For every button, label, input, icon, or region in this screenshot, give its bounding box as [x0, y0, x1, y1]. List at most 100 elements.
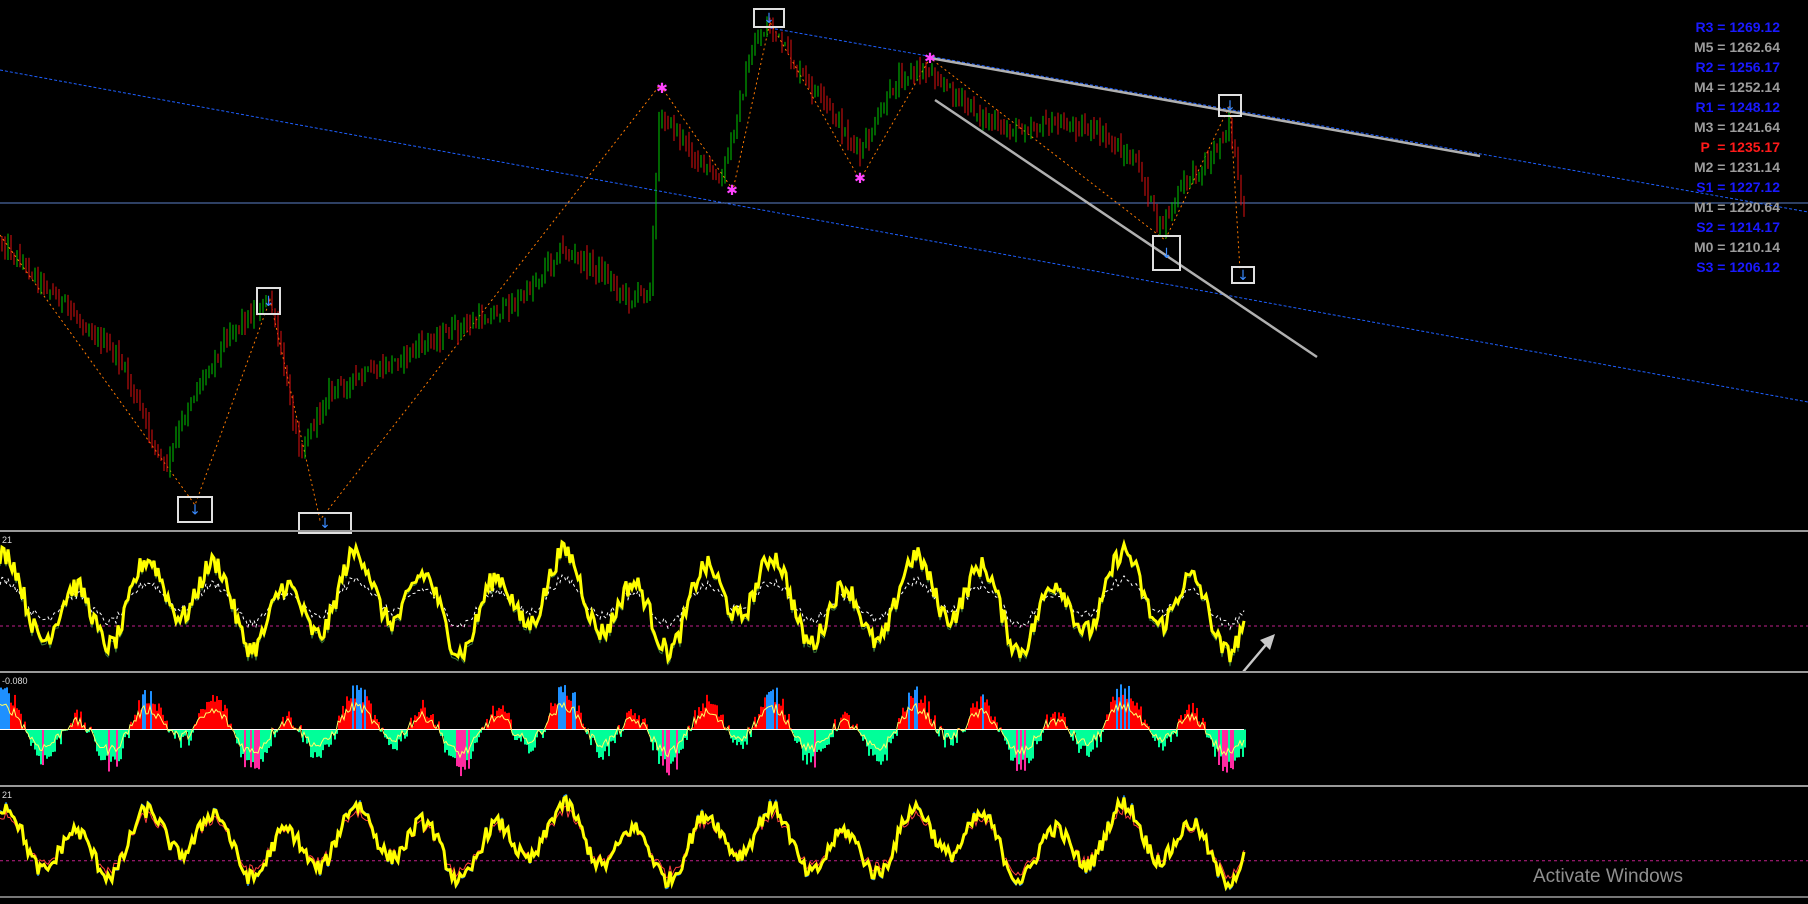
histogram-bar	[1110, 701, 1112, 730]
histogram-bar	[876, 729, 878, 762]
histogram-bar	[474, 729, 476, 744]
histogram-bar	[794, 729, 796, 741]
histogram-bar	[874, 729, 876, 755]
histogram-bar	[984, 702, 986, 730]
histogram-bar	[458, 729, 460, 767]
histogram-bar	[414, 715, 416, 730]
fractal-marker: ✱	[656, 81, 668, 97]
histogram-bar	[610, 729, 612, 742]
pivot-level-m2: M2 = 1231.14	[1693, 159, 1780, 175]
histogram-bar	[1222, 729, 1224, 772]
pivot-value: 1235.17	[1729, 139, 1780, 155]
histogram-bar	[798, 729, 800, 742]
histogram-bar	[498, 707, 500, 730]
histogram-bar	[1152, 729, 1154, 738]
histogram-bar	[1208, 729, 1210, 738]
histogram-bar	[922, 702, 924, 730]
histogram-bar	[254, 729, 256, 769]
histogram-bar	[592, 729, 594, 738]
histogram-bar	[670, 729, 672, 764]
histogram-bar	[680, 729, 682, 750]
histogram-bar	[1184, 713, 1186, 730]
histogram-bar	[164, 720, 166, 730]
histogram-bar	[388, 729, 390, 746]
histogram-bar	[666, 729, 668, 773]
chart-canvas[interactable]: ↓ ↓ ↓ ↓ ↓ ↓ ↓ ✱ ✱ ✱ ✱	[0, 0, 1808, 899]
histogram-bar	[970, 707, 972, 730]
histogram-bar	[550, 702, 552, 730]
histogram-bar	[256, 729, 258, 768]
histogram-bar	[358, 689, 360, 730]
histogram-bar	[260, 729, 262, 760]
histogram-bar	[118, 729, 120, 762]
histogram-bar	[36, 729, 38, 756]
histogram-bar	[530, 729, 532, 752]
histogram-bar	[4, 688, 6, 730]
histogram-bar	[504, 711, 506, 730]
histogram-bar	[884, 729, 886, 755]
histogram-bar	[390, 729, 392, 745]
histogram-bar	[252, 729, 254, 763]
histogram-bar	[826, 729, 828, 746]
histogram-bar	[286, 715, 288, 730]
histogram-bar	[804, 729, 806, 755]
histogram-bar	[878, 729, 880, 762]
histogram-bar	[1050, 717, 1052, 730]
histogram-bar	[1230, 729, 1232, 768]
oscillator-1-label: 21	[2, 535, 13, 545]
histogram-bar	[518, 729, 520, 739]
histogram-bar	[568, 699, 570, 730]
pivot-level-s2: S2 = 1214.17	[1696, 219, 1780, 235]
histogram-bar	[112, 729, 114, 757]
histogram-bar	[528, 729, 530, 754]
histogram-bar	[346, 696, 348, 730]
histogram-bar	[560, 686, 562, 730]
histogram-bar	[1228, 729, 1230, 762]
histogram-bar	[444, 729, 446, 753]
histogram-bar	[818, 729, 820, 750]
histogram-bar	[1134, 705, 1136, 730]
histogram-bar	[576, 711, 578, 730]
histogram-bar	[74, 712, 76, 730]
pivot-value: 1269.12	[1729, 19, 1780, 35]
histogram-bar	[98, 729, 100, 756]
arrow-marker: ↓	[189, 503, 201, 519]
histogram-bar	[38, 729, 40, 756]
pivot-value: 1262.64	[1729, 39, 1780, 55]
histogram-bar	[1244, 729, 1246, 748]
histogram-bar	[808, 729, 810, 754]
histogram-bar	[214, 701, 216, 730]
pivot-value: 1206.12	[1729, 259, 1780, 275]
pivot-value: 1210.14	[1729, 239, 1780, 255]
histogram-bar	[316, 729, 318, 758]
histogram-bar	[500, 708, 502, 730]
histogram-bar	[524, 729, 526, 745]
histogram-bar	[812, 729, 814, 757]
histogram-bar	[514, 729, 516, 740]
pivot-label: M1	[1693, 199, 1714, 215]
pivot-label: R3	[1695, 19, 1714, 35]
histogram-bar	[708, 701, 710, 730]
histogram-bar	[1012, 729, 1014, 761]
histogram-bar	[366, 696, 368, 730]
histogram-bar	[202, 708, 204, 730]
histogram-bar	[768, 692, 770, 730]
histogram-bar	[338, 715, 340, 730]
histogram-bar	[596, 729, 598, 753]
histogram-bar	[10, 702, 12, 730]
histogram-bar	[842, 714, 844, 730]
pivot-label: S2	[1696, 219, 1714, 235]
histogram-bar	[1106, 714, 1108, 730]
histogram-bar	[0, 687, 2, 730]
histogram-bar	[1234, 729, 1236, 761]
histogram-bar	[46, 729, 48, 759]
arrow-marker: ↓	[1224, 99, 1236, 115]
histogram-bar	[456, 729, 458, 767]
activate-windows-watermark: Activate Windows	[1533, 866, 1683, 887]
histogram-bar	[318, 729, 320, 757]
histogram-bar	[496, 710, 498, 730]
pivot-label: S1	[1696, 179, 1714, 195]
pivot-value: 1256.17	[1729, 59, 1780, 75]
histogram-bar	[264, 729, 266, 753]
histogram-bar	[6, 687, 8, 730]
